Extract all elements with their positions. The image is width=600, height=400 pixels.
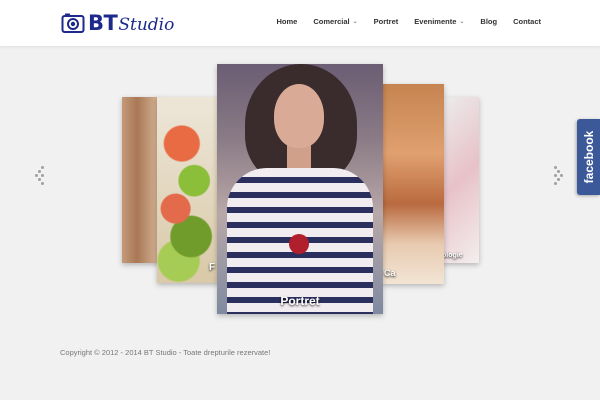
- nav-item-comercial[interactable]: Comercial ⌄: [313, 17, 357, 26]
- main-nav: Home Comercial ⌄ Portret Evenimente ⌄ Bl…: [277, 17, 541, 26]
- carousel-slide-right[interactable]: Ca: [382, 84, 444, 284]
- carousel-slide-far-right[interactable]: ologie: [441, 97, 479, 263]
- nav-item-label: Blog: [480, 17, 498, 26]
- nav-item-label: Evenimente: [414, 17, 457, 26]
- footer-copyright: Copyright © 2012 - 2014 BT Studio - Toat…: [60, 348, 271, 357]
- carousel-slide-active[interactable]: Portret: [217, 64, 383, 314]
- nav-item-contact[interactable]: Contact: [513, 17, 541, 26]
- nav-item-home[interactable]: Home: [277, 17, 298, 26]
- site-logo[interactable]: BT Studio: [61, 9, 174, 37]
- slide-caption: Portret: [280, 294, 320, 308]
- site-header: BT Studio Home Comercial ⌄ Portret Eveni…: [0, 0, 600, 46]
- nav-item-label: Home: [276, 17, 298, 26]
- nav-item-blog[interactable]: Blog: [480, 17, 497, 26]
- slide-caption: Ca: [384, 268, 396, 278]
- carousel-slide-far-left[interactable]: [122, 97, 160, 263]
- slide-caption: F: [209, 262, 216, 273]
- logo-text-studio: Studio: [118, 14, 175, 35]
- nav-item-label: Portret: [373, 17, 399, 26]
- portrait-face: [274, 84, 324, 148]
- nav-item-label: Contact: [513, 17, 541, 26]
- portrait-necklace: [289, 234, 309, 254]
- chevron-down-icon: ⌄: [459, 19, 465, 25]
- chevron-down-icon: ⌄: [352, 19, 358, 25]
- dotted-arrow-right-icon[interactable]: [554, 166, 564, 185]
- slide-caption: ologie: [442, 252, 463, 259]
- dotted-arrow-left-icon[interactable]: [35, 166, 45, 185]
- nav-item-evenimente[interactable]: Evenimente ⌄: [414, 17, 464, 26]
- nav-item-portret[interactable]: Portret: [374, 17, 399, 26]
- camera-icon: [61, 13, 85, 33]
- facebook-label: facebook: [581, 130, 596, 184]
- carousel-slide-left[interactable]: F: [157, 97, 219, 283]
- facebook-tab[interactable]: facebook: [577, 119, 600, 195]
- image-carousel: F Portret Ca ologie: [0, 46, 600, 326]
- nav-item-label: Comercial: [313, 17, 350, 26]
- logo-text-bt: BT: [88, 11, 118, 35]
